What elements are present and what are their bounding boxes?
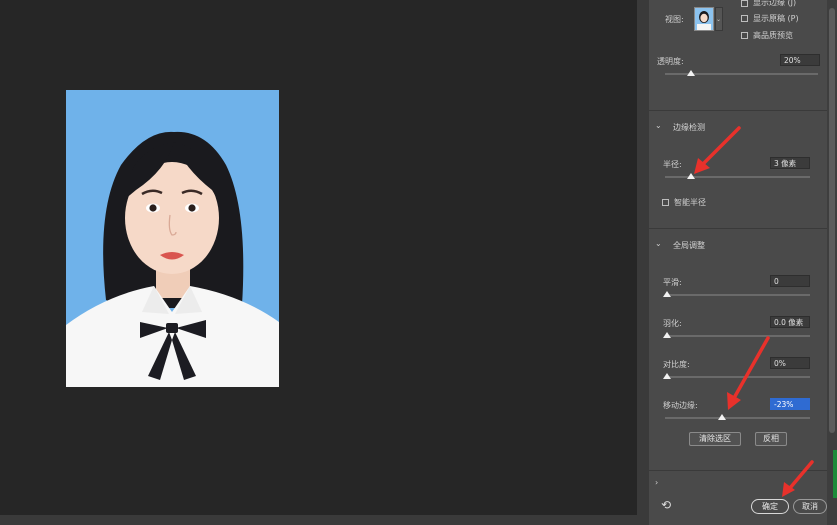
reset-icon[interactable]: ⟲ — [661, 498, 671, 512]
smooth-slider-thumb[interactable] — [663, 291, 671, 297]
canvas-scrollbar[interactable] — [0, 515, 637, 525]
show-edge-checkbox[interactable] — [741, 0, 748, 7]
feather-input[interactable]: 0.0 像素 — [770, 316, 810, 328]
view-thumbnail-icon — [695, 8, 713, 30]
contrast-slider-track[interactable] — [665, 376, 810, 378]
smart-radius-label: 智能半径 — [674, 198, 706, 207]
contrast-label: 对比度: — [663, 360, 690, 369]
shift-edge-slider-thumb[interactable] — [718, 414, 726, 420]
ok-button[interactable]: 确定 — [751, 499, 789, 514]
shift-edge-slider-track[interactable] — [665, 417, 810, 419]
id-photo — [66, 90, 279, 387]
chevron-right-icon[interactable]: › — [655, 478, 658, 487]
edge-accent-strip — [833, 450, 837, 498]
view-label: 视图: — [665, 15, 684, 24]
radius-input[interactable]: 3 像素 — [770, 157, 810, 169]
section-divider — [649, 228, 827, 229]
show-edge-label: 显示边缘 (J) — [753, 0, 797, 7]
smart-radius-checkbox[interactable] — [662, 199, 669, 206]
smooth-label: 平滑: — [663, 278, 682, 287]
transparency-label: 透明度: — [657, 57, 684, 66]
invert-button[interactable]: 反相 — [755, 432, 787, 446]
chevron-down-icon[interactable]: ⌄ — [655, 121, 662, 130]
portrait-image — [66, 90, 279, 387]
show-original-label: 显示原稿 (P) — [753, 14, 799, 23]
global-refinements-title[interactable]: 全局调整 — [673, 240, 705, 251]
select-and-mask-panel: 视图: ⌄ 显示边缘 (J) 显示原稿 (P) 高品质预览 透明度: 20% ⌄… — [649, 0, 827, 525]
contrast-input[interactable]: 0% — [770, 357, 810, 369]
shift-edge-input[interactable]: -23% — [770, 398, 810, 410]
section-divider — [649, 470, 827, 471]
feather-slider-thumb[interactable] — [663, 332, 671, 338]
hq-preview-label: 高品质预览 — [753, 31, 793, 40]
clear-selection-button[interactable]: 清除选区 — [689, 432, 741, 446]
view-mode-thumbnail[interactable] — [694, 7, 714, 31]
feather-slider-track[interactable] — [665, 335, 810, 337]
panel-gutter — [637, 0, 649, 525]
transparency-slider-thumb[interactable] — [687, 70, 695, 76]
show-original-checkbox[interactable] — [741, 15, 748, 22]
edge-detection-title[interactable]: 边缘检测 — [673, 122, 705, 133]
transparency-input[interactable]: 20% — [780, 54, 820, 66]
cancel-button[interactable]: 取消 — [793, 499, 827, 514]
panel-scroll-thumb[interactable] — [829, 8, 835, 433]
chevron-down-icon: ⌄ — [716, 16, 722, 23]
contrast-slider-thumb[interactable] — [663, 373, 671, 379]
radius-slider-thumb[interactable] — [687, 173, 695, 179]
feather-label: 羽化: — [663, 319, 682, 328]
shift-edge-label: 移动边缘: — [663, 401, 698, 410]
view-mode-dropdown[interactable]: ⌄ — [715, 7, 723, 31]
panel-scrollbar[interactable] — [827, 0, 837, 525]
chevron-down-icon[interactable]: ⌄ — [655, 239, 662, 248]
smooth-input[interactable]: 0 — [770, 275, 810, 287]
section-divider — [649, 110, 827, 111]
smooth-slider-track[interactable] — [665, 294, 810, 296]
hq-preview-checkbox[interactable] — [741, 32, 748, 39]
radius-label: 半径: — [663, 160, 682, 169]
